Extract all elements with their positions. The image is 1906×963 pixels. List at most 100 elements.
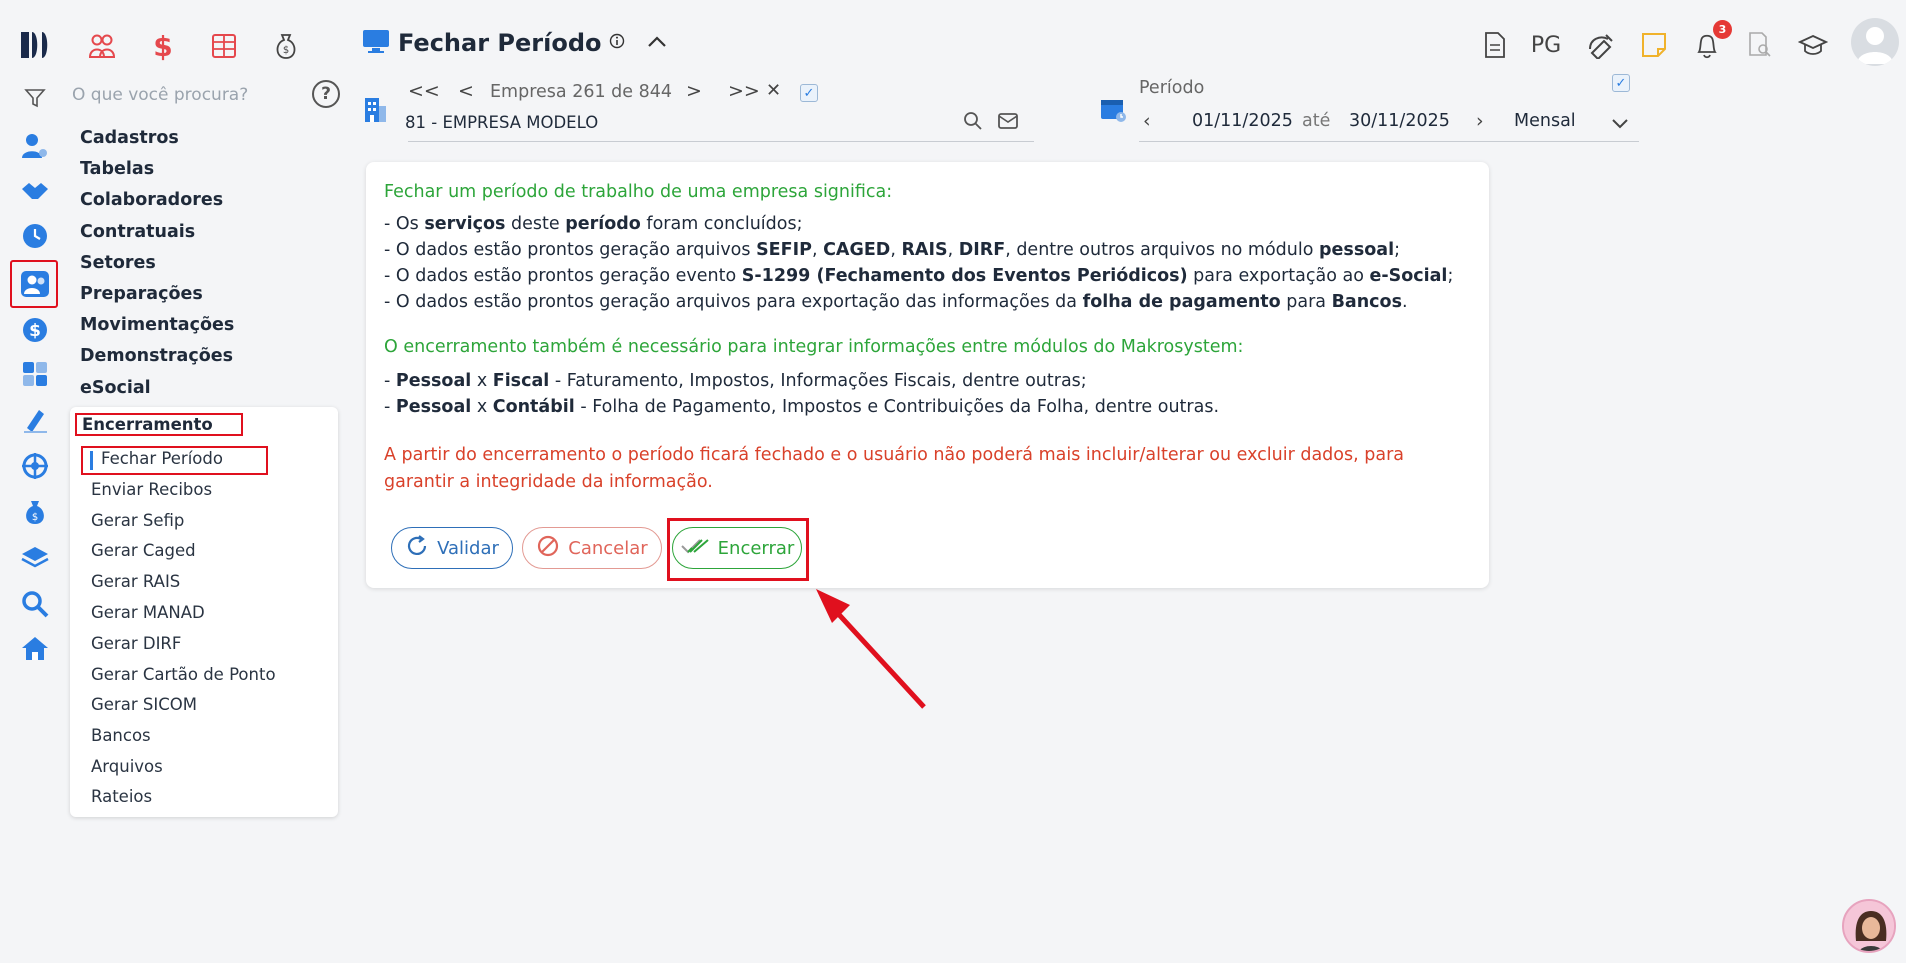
prev-company-button[interactable]: <	[458, 80, 474, 102]
dollar-sign-icon[interactable]: $	[147, 30, 179, 63]
menu-item-contratuais[interactable]: Contratuais	[70, 219, 340, 250]
menu-item-setores[interactable]: Setores	[70, 250, 340, 281]
card-line-3: - O dados estão prontos geração evento S…	[384, 266, 1454, 286]
app-logo[interactable]	[19, 28, 55, 62]
svg-text:$: $	[283, 45, 289, 56]
building-icon	[362, 96, 388, 128]
submenu-item-gerar-sefip[interactable]: Gerar Sefip	[91, 511, 184, 530]
active-indicator	[90, 451, 93, 470]
period-end-input[interactable]: 30/11/2025	[1349, 111, 1450, 131]
pen-sign-icon[interactable]	[19, 404, 51, 436]
menu-search: ?	[22, 80, 342, 108]
layers-icon[interactable]	[19, 542, 51, 574]
period-checkbox[interactable]: ✓	[1612, 74, 1630, 92]
avatar[interactable]	[1851, 18, 1899, 66]
highlight-box	[667, 518, 809, 581]
card-line-4: - O dados estão prontos geração arquivos…	[384, 292, 1408, 312]
company-checkbox[interactable]: ✓	[800, 84, 818, 102]
monitor-icon	[362, 28, 390, 58]
refresh-icon	[405, 534, 429, 563]
pg-shortcut[interactable]: PG	[1529, 28, 1563, 62]
menu-item-esocial[interactable]: eSocial	[70, 375, 340, 406]
submenu-item-rateios[interactable]: Rateios	[91, 787, 152, 806]
period-type-select[interactable]: Mensal	[1514, 111, 1576, 131]
submenu-item-gerar-dirf[interactable]: Gerar DIRF	[91, 634, 181, 653]
people-icon[interactable]	[19, 268, 51, 300]
last-company-button[interactable]: >>	[728, 80, 760, 102]
menu-item-cadastros[interactable]: Cadastros	[70, 125, 340, 156]
help-icon[interactable]: ?	[312, 80, 340, 108]
clock-icon[interactable]	[19, 220, 51, 252]
card-warning: A partir do encerramento o período ficar…	[384, 445, 1404, 465]
submenu-item-gerar-sicom[interactable]: Gerar SICOM	[91, 695, 197, 714]
validar-button[interactable]: Validar	[391, 527, 513, 569]
sticky-note-icon[interactable]	[1637, 28, 1671, 62]
annotation-arrow	[810, 585, 930, 719]
handshake-icon[interactable]	[19, 175, 51, 207]
doc-search-icon[interactable]	[1743, 28, 1777, 62]
spreadsheet-icon[interactable]	[208, 30, 240, 62]
period-start-input[interactable]: 01/11/2025	[1192, 111, 1293, 131]
icon-rail: $ $	[0, 0, 70, 963]
divider	[1139, 141, 1639, 142]
company-counter: Empresa 261 de 844	[490, 82, 672, 102]
info-card: Fechar um período de trabalho de uma emp…	[366, 162, 1489, 588]
search-input[interactable]	[72, 82, 312, 108]
first-company-button[interactable]: <<	[408, 80, 440, 102]
side-menu: Cadastros Tabelas Colaboradores Contratu…	[70, 125, 340, 406]
svg-text:$: $	[29, 321, 41, 341]
card-integration-2: - Pessoal x Contábil - Folha de Pagament…	[384, 397, 1220, 417]
chevron-down-icon[interactable]	[1611, 114, 1629, 133]
menu-item-tabelas[interactable]: Tabelas	[70, 156, 340, 187]
submenu-item-gerar-cartao-ponto[interactable]: Gerar Cartão de Ponto	[91, 665, 276, 684]
home-icon[interactable]	[19, 632, 51, 664]
notification-badge: 3	[1713, 20, 1732, 39]
prev-period-button[interactable]: ‹	[1143, 110, 1151, 132]
graduation-cap-icon[interactable]	[1796, 28, 1830, 62]
team-icon[interactable]	[86, 30, 118, 62]
svg-text:$: $	[32, 512, 38, 523]
menu-item-colaboradores[interactable]: Colaboradores	[70, 187, 340, 218]
info-icon[interactable]	[609, 33, 625, 53]
submenu-item-fechar-periodo[interactable]: Fechar Período	[101, 449, 223, 468]
document-icon[interactable]	[1478, 28, 1512, 62]
submenu-item-gerar-caged[interactable]: Gerar Caged	[91, 541, 196, 560]
card-line-1: - Os serviços deste período foram conclu…	[384, 214, 803, 234]
search-icon[interactable]	[963, 111, 983, 135]
submenu-item-enviar-recibos[interactable]: Enviar Recibos	[91, 480, 212, 499]
submenu-item-arquivos[interactable]: Arquivos	[91, 757, 163, 776]
chevron-up-icon[interactable]	[647, 34, 667, 53]
money-bag-icon[interactable]: $	[19, 496, 51, 528]
submenu-item-bancos[interactable]: Bancos	[91, 726, 151, 745]
menu-item-preparacoes[interactable]: Preparações	[70, 281, 340, 312]
page-title: Fechar Período	[398, 29, 602, 57]
money-bag-outline-icon[interactable]: $	[270, 30, 302, 62]
cancel-icon	[536, 534, 560, 563]
company-name-field[interactable]: 81 - EMPRESA MODELO	[405, 113, 598, 132]
next-period-button[interactable]: ›	[1476, 110, 1484, 132]
user-gear-icon[interactable]	[19, 130, 51, 162]
submenu-item-gerar-manad[interactable]: Gerar MANAD	[91, 603, 205, 622]
assistant-avatar[interactable]	[1842, 899, 1896, 953]
dollar-icon[interactable]: $	[19, 314, 51, 346]
cancelar-button[interactable]: Cancelar	[522, 527, 662, 569]
menu-item-movimentacoes[interactable]: Movimentações	[70, 312, 340, 343]
highlight-box	[75, 413, 243, 436]
clear-company-button[interactable]: ✕	[766, 80, 781, 101]
card-line-2: - O dados estão prontos geração arquivos…	[384, 240, 1400, 260]
page-header: Fechar Período	[362, 28, 667, 58]
next-company-button[interactable]: >	[686, 80, 702, 102]
calculator-icon[interactable]	[19, 358, 51, 390]
calendar-icon	[1099, 95, 1127, 127]
period-label: Período	[1139, 78, 1205, 98]
divider	[408, 141, 1034, 142]
card-intro: Fechar um período de trabalho de uma emp…	[384, 182, 893, 202]
mail-icon[interactable]	[997, 111, 1019, 135]
network-gear-icon[interactable]	[19, 450, 51, 482]
menu-item-demonstracoes[interactable]: Demonstrações	[70, 343, 340, 374]
search-rail-icon[interactable]	[19, 588, 51, 620]
period-separator: até	[1302, 111, 1331, 131]
satellite-icon[interactable]	[1584, 28, 1618, 62]
card-integration-heading: O encerramento também é necessário para …	[384, 337, 1244, 357]
submenu-item-gerar-rais[interactable]: Gerar RAIS	[91, 572, 180, 591]
